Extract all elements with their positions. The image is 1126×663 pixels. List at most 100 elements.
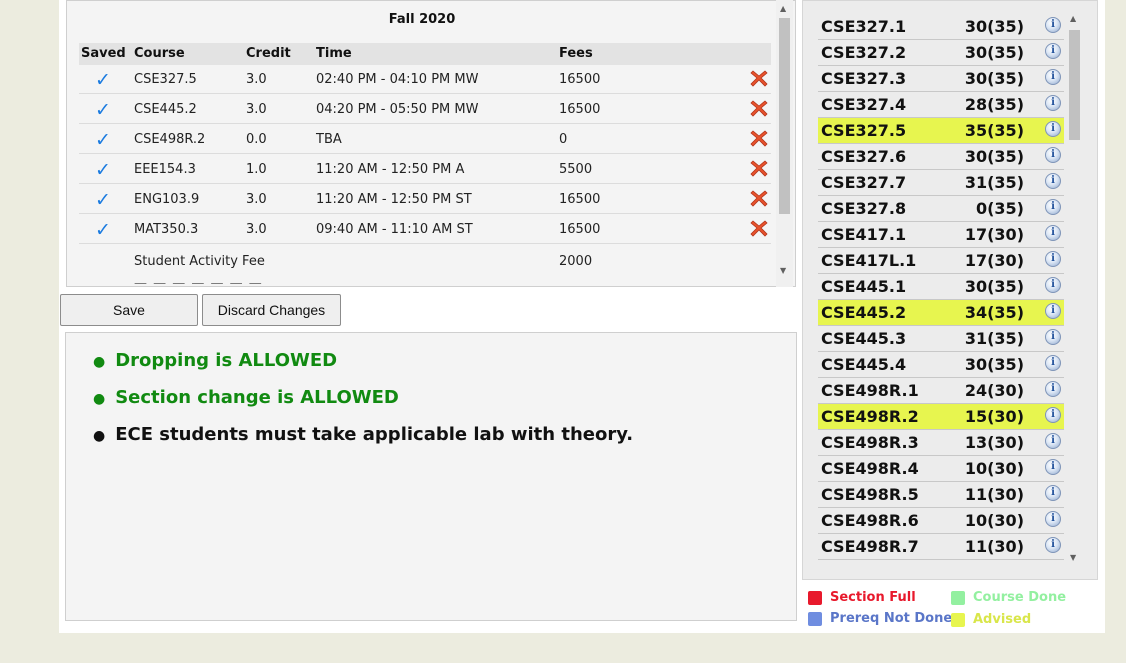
section-row[interactable]: CSE327.1 30(35) i xyxy=(818,14,1064,40)
message-dropping: ● Dropping is ALLOWED xyxy=(93,350,338,371)
header-fees: Fees xyxy=(559,46,593,61)
remove-x-icon[interactable] xyxy=(749,98,769,118)
section-seat-count: 24(30) xyxy=(964,381,1024,400)
discard-changes-button[interactable]: Discard Changes xyxy=(202,294,341,326)
row-time: 11:20 AM - 12:50 PM ST xyxy=(316,192,472,207)
section-name: CSE498R.6 xyxy=(821,511,919,530)
section-name: CSE327.7 xyxy=(821,173,907,192)
info-icon[interactable]: i xyxy=(1045,199,1061,215)
saved-check-icon: ✓ xyxy=(95,99,111,121)
section-seat-count: 0(35) xyxy=(975,199,1024,218)
section-row[interactable]: CSE498R.2 15(30) i xyxy=(818,404,1064,430)
section-list-scrollbar[interactable]: ▲ ▼ xyxy=(1066,10,1083,568)
info-icon[interactable]: i xyxy=(1045,329,1061,345)
section-row[interactable]: CSE327.3 30(35) i xyxy=(818,66,1064,92)
section-row[interactable]: CSE327.6 30(35) i xyxy=(818,144,1064,170)
info-icon[interactable]: i xyxy=(1045,355,1061,371)
remove-x-icon[interactable] xyxy=(749,188,769,208)
info-icon[interactable]: i xyxy=(1045,485,1061,501)
schedule-row: ✓ ENG103.9 3.0 11:20 AM - 12:50 PM ST 16500 xyxy=(79,185,771,214)
section-seat-count: 30(35) xyxy=(964,43,1024,62)
info-icon[interactable]: i xyxy=(1045,277,1061,293)
row-course: EEE154.3 xyxy=(134,162,196,177)
info-icon[interactable]: i xyxy=(1045,43,1061,59)
info-icon[interactable]: i xyxy=(1045,225,1061,241)
section-list-box: CSE327.1 30(35) i CSE327.2 30(35) i CSE327.3 30… xyxy=(802,0,1098,580)
legend-swatch-blue xyxy=(808,611,822,626)
scroll-down-arrow-icon[interactable]: ▼ xyxy=(780,266,786,275)
section-row[interactable]: CSE327.2 30(35) i xyxy=(818,40,1064,66)
row-fees: 5500 xyxy=(559,162,593,177)
info-icon[interactable]: i xyxy=(1045,173,1061,189)
section-row[interactable]: CSE445.3 31(35) i xyxy=(818,326,1064,352)
info-icon[interactable]: i xyxy=(1045,537,1061,553)
section-name: CSE445.1 xyxy=(821,277,907,296)
section-name: CSE417.1 xyxy=(821,225,907,244)
remove-x-icon[interactable] xyxy=(749,158,769,178)
semester-title: Fall 2020 xyxy=(388,12,456,27)
info-icon[interactable]: i xyxy=(1045,17,1061,33)
info-icon[interactable]: i xyxy=(1045,511,1061,527)
section-row[interactable]: CSE327.4 28(35) i xyxy=(818,92,1064,118)
scroll-up-arrow-icon[interactable]: ▲ xyxy=(780,4,786,13)
row-fees: 16500 xyxy=(559,102,601,117)
section-row[interactable]: CSE327.7 31(35) i xyxy=(818,170,1064,196)
section-scroll-down-icon[interactable]: ▼ xyxy=(1070,553,1076,562)
save-button[interactable]: Save xyxy=(60,294,198,326)
section-name: CSE327.5 xyxy=(821,121,907,140)
section-scroll-thumb[interactable] xyxy=(1069,30,1080,140)
saved-check-icon: ✓ xyxy=(95,189,111,211)
section-name: CSE327.6 xyxy=(821,147,907,166)
section-row[interactable]: CSE417.1 17(30) i xyxy=(818,222,1064,248)
schedule-scrollbar[interactable]: ▲ ▼ xyxy=(776,0,793,287)
info-icon[interactable]: i xyxy=(1045,147,1061,163)
row-fees: 16500 xyxy=(559,72,601,87)
info-icon[interactable]: i xyxy=(1045,95,1061,111)
section-name: CSE327.3 xyxy=(821,69,907,88)
section-row[interactable]: CSE327.5 35(35) i xyxy=(818,118,1064,144)
info-icon[interactable]: i xyxy=(1045,433,1061,449)
section-row[interactable]: CSE498R.3 13(30) i xyxy=(818,430,1064,456)
rules-message-box: ● Dropping is ALLOWED ● Section change is … xyxy=(65,332,797,621)
info-icon[interactable]: i xyxy=(1045,121,1061,137)
section-row[interactable]: CSE445.4 30(35) i xyxy=(818,352,1064,378)
section-row[interactable]: CSE498R.1 24(30) i xyxy=(818,378,1064,404)
section-name: CSE445.2 xyxy=(821,303,907,322)
section-row[interactable]: CSE498R.6 10(30) i xyxy=(818,508,1064,534)
section-seat-count: 30(35) xyxy=(964,147,1024,166)
info-icon[interactable]: i xyxy=(1045,407,1061,423)
row-course: CSE327.5 xyxy=(134,72,197,87)
info-icon[interactable]: i xyxy=(1045,69,1061,85)
row-fees: 0 xyxy=(559,132,568,147)
info-icon[interactable]: i xyxy=(1045,459,1061,475)
remove-x-icon[interactable] xyxy=(749,68,769,88)
row-credit: 3.0 xyxy=(246,192,267,207)
saved-check-icon: ✓ xyxy=(95,219,111,241)
scroll-thumb[interactable] xyxy=(779,18,790,214)
row-course: MAT350.3 xyxy=(134,222,199,237)
section-row[interactable]: CSE327.8 0(35) i xyxy=(818,196,1064,222)
section-row[interactable]: CSE498R.7 11(30) i xyxy=(818,534,1064,560)
section-row[interactable]: CSE445.1 30(35) i xyxy=(818,274,1064,300)
section-row[interactable]: CSE498R.4 10(30) i xyxy=(818,456,1064,482)
info-icon[interactable]: i xyxy=(1045,251,1061,267)
section-seat-count: 31(35) xyxy=(964,173,1024,192)
section-row[interactable]: CSE445.2 34(35) i xyxy=(818,300,1064,326)
info-icon[interactable]: i xyxy=(1045,303,1061,319)
saved-check-icon: ✓ xyxy=(95,159,111,181)
section-row[interactable]: CSE498R.5 11(30) i xyxy=(818,482,1064,508)
row-credit: 3.0 xyxy=(246,222,267,237)
remove-x-icon[interactable] xyxy=(749,218,769,238)
header-credit: Credit xyxy=(246,46,291,61)
legend-section-full: Section Full xyxy=(808,590,916,605)
section-row[interactable]: CSE417L.1 17(30) i xyxy=(818,248,1064,274)
section-scroll-up-icon[interactable]: ▲ xyxy=(1070,14,1076,23)
section-name: CSE498R.4 xyxy=(821,459,919,478)
row-fees: 16500 xyxy=(559,192,601,207)
section-name: CSE327.8 xyxy=(821,199,907,218)
saved-check-icon: ✓ xyxy=(95,129,111,151)
legend-advised: Advised xyxy=(951,612,1031,627)
info-icon[interactable]: i xyxy=(1045,381,1061,397)
section-seat-count: 30(35) xyxy=(964,17,1024,36)
remove-x-icon[interactable] xyxy=(749,128,769,148)
